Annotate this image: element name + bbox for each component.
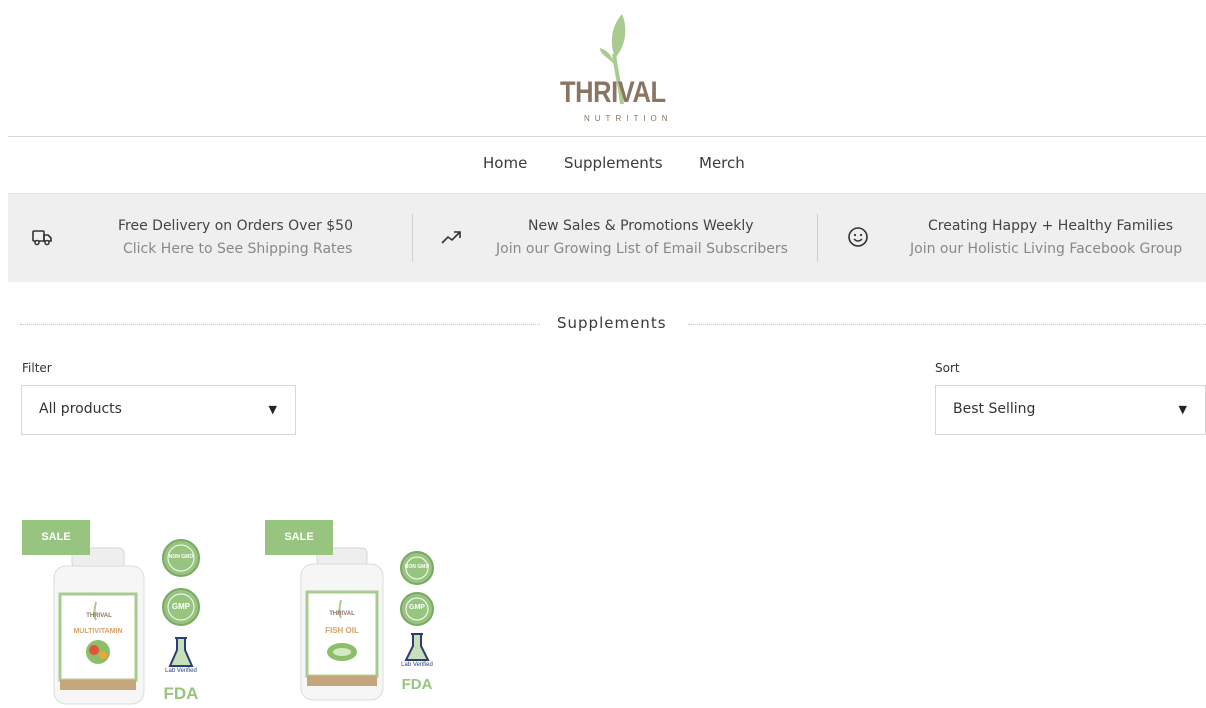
smiley-icon — [848, 227, 868, 247]
heading-rule-right — [688, 324, 1206, 325]
sort-label: Sort — [935, 361, 960, 375]
site-logo[interactable]: THRIVAL NUTRITION — [540, 8, 680, 123]
seal-lab-verified: Lab Verified — [165, 668, 197, 674]
seal-gmp: GMP — [171, 602, 191, 611]
header-divider — [8, 136, 1206, 137]
banner-item-promotions[interactable]: New Sales & Promotions Weekly Join our G… — [413, 194, 817, 282]
bottle-label: FISH OIL — [325, 626, 359, 635]
brand-name: THRIVAL — [560, 76, 666, 109]
banner-promotions-title: New Sales & Promotions Weekly — [528, 218, 754, 234]
sale-badge: SALE — [22, 520, 90, 555]
main-nav: Home Supplements Merch — [0, 154, 1206, 178]
banner-item-facebook[interactable]: Creating Happy + Healthy Families Join o… — [818, 194, 1206, 282]
banner-promotions-link[interactable]: Join our Growing List of Email Subscribe… — [496, 241, 788, 257]
banner-facebook-title: Creating Happy + Healthy Families — [928, 218, 1174, 234]
truck-icon — [32, 230, 52, 246]
banner-facebook-link[interactable]: Join our Holistic Living Facebook Group — [910, 241, 1182, 257]
trending-up-icon — [441, 231, 461, 244]
product-card-fish-oil[interactable]: SALE THRIVAL FISH OIL NON GMO GMP Lab Ve… — [265, 520, 465, 708]
bottle-brand: THRIVAL — [329, 611, 355, 617]
banner-delivery-link[interactable]: Click Here to See Shipping Rates — [123, 241, 352, 257]
sort-value: Best Selling — [953, 401, 1036, 417]
filter-select[interactable]: All products ▼ — [21, 385, 296, 435]
page-title: Supplements — [557, 314, 667, 332]
seal-fda: FDA — [401, 676, 433, 693]
nav-supplements[interactable]: Supplements — [564, 154, 663, 172]
heading-rule-left — [20, 324, 540, 325]
sale-badge: SALE — [265, 520, 333, 555]
chevron-down-icon: ▼ — [1178, 403, 1187, 416]
bottle-label: MULTIVITAMIN — [73, 628, 123, 635]
product-card-multivitamin[interactable]: SALE THRIVAL MULTIVITAMIN NON GMO GMP La… — [22, 520, 222, 708]
banner-item-delivery[interactable]: Free Delivery on Orders Over $50 Click H… — [8, 194, 412, 282]
filter-value: All products — [39, 401, 122, 417]
seal-fda: FDA — [163, 684, 199, 703]
sort-select[interactable]: Best Selling ▼ — [935, 385, 1206, 435]
seal-non-gmo: NON GMO — [404, 564, 430, 570]
banner-delivery-title: Free Delivery on Orders Over $50 — [118, 218, 353, 234]
nav-home[interactable]: Home — [483, 154, 527, 172]
seal-non-gmo: NON GMO — [168, 554, 194, 560]
brand-tagline: NUTRITION — [584, 114, 673, 123]
filter-label: Filter — [22, 361, 52, 375]
bottle-brand: THRIVAL — [86, 613, 112, 619]
promo-banner: Free Delivery on Orders Over $50 Click H… — [8, 193, 1206, 282]
seal-lab-verified: Lab Verified — [401, 662, 433, 668]
nav-merch[interactable]: Merch — [699, 154, 745, 172]
seal-gmp: GMP — [409, 604, 425, 611]
collection-heading: Supplements — [20, 312, 1206, 334]
chevron-down-icon: ▼ — [268, 403, 277, 416]
